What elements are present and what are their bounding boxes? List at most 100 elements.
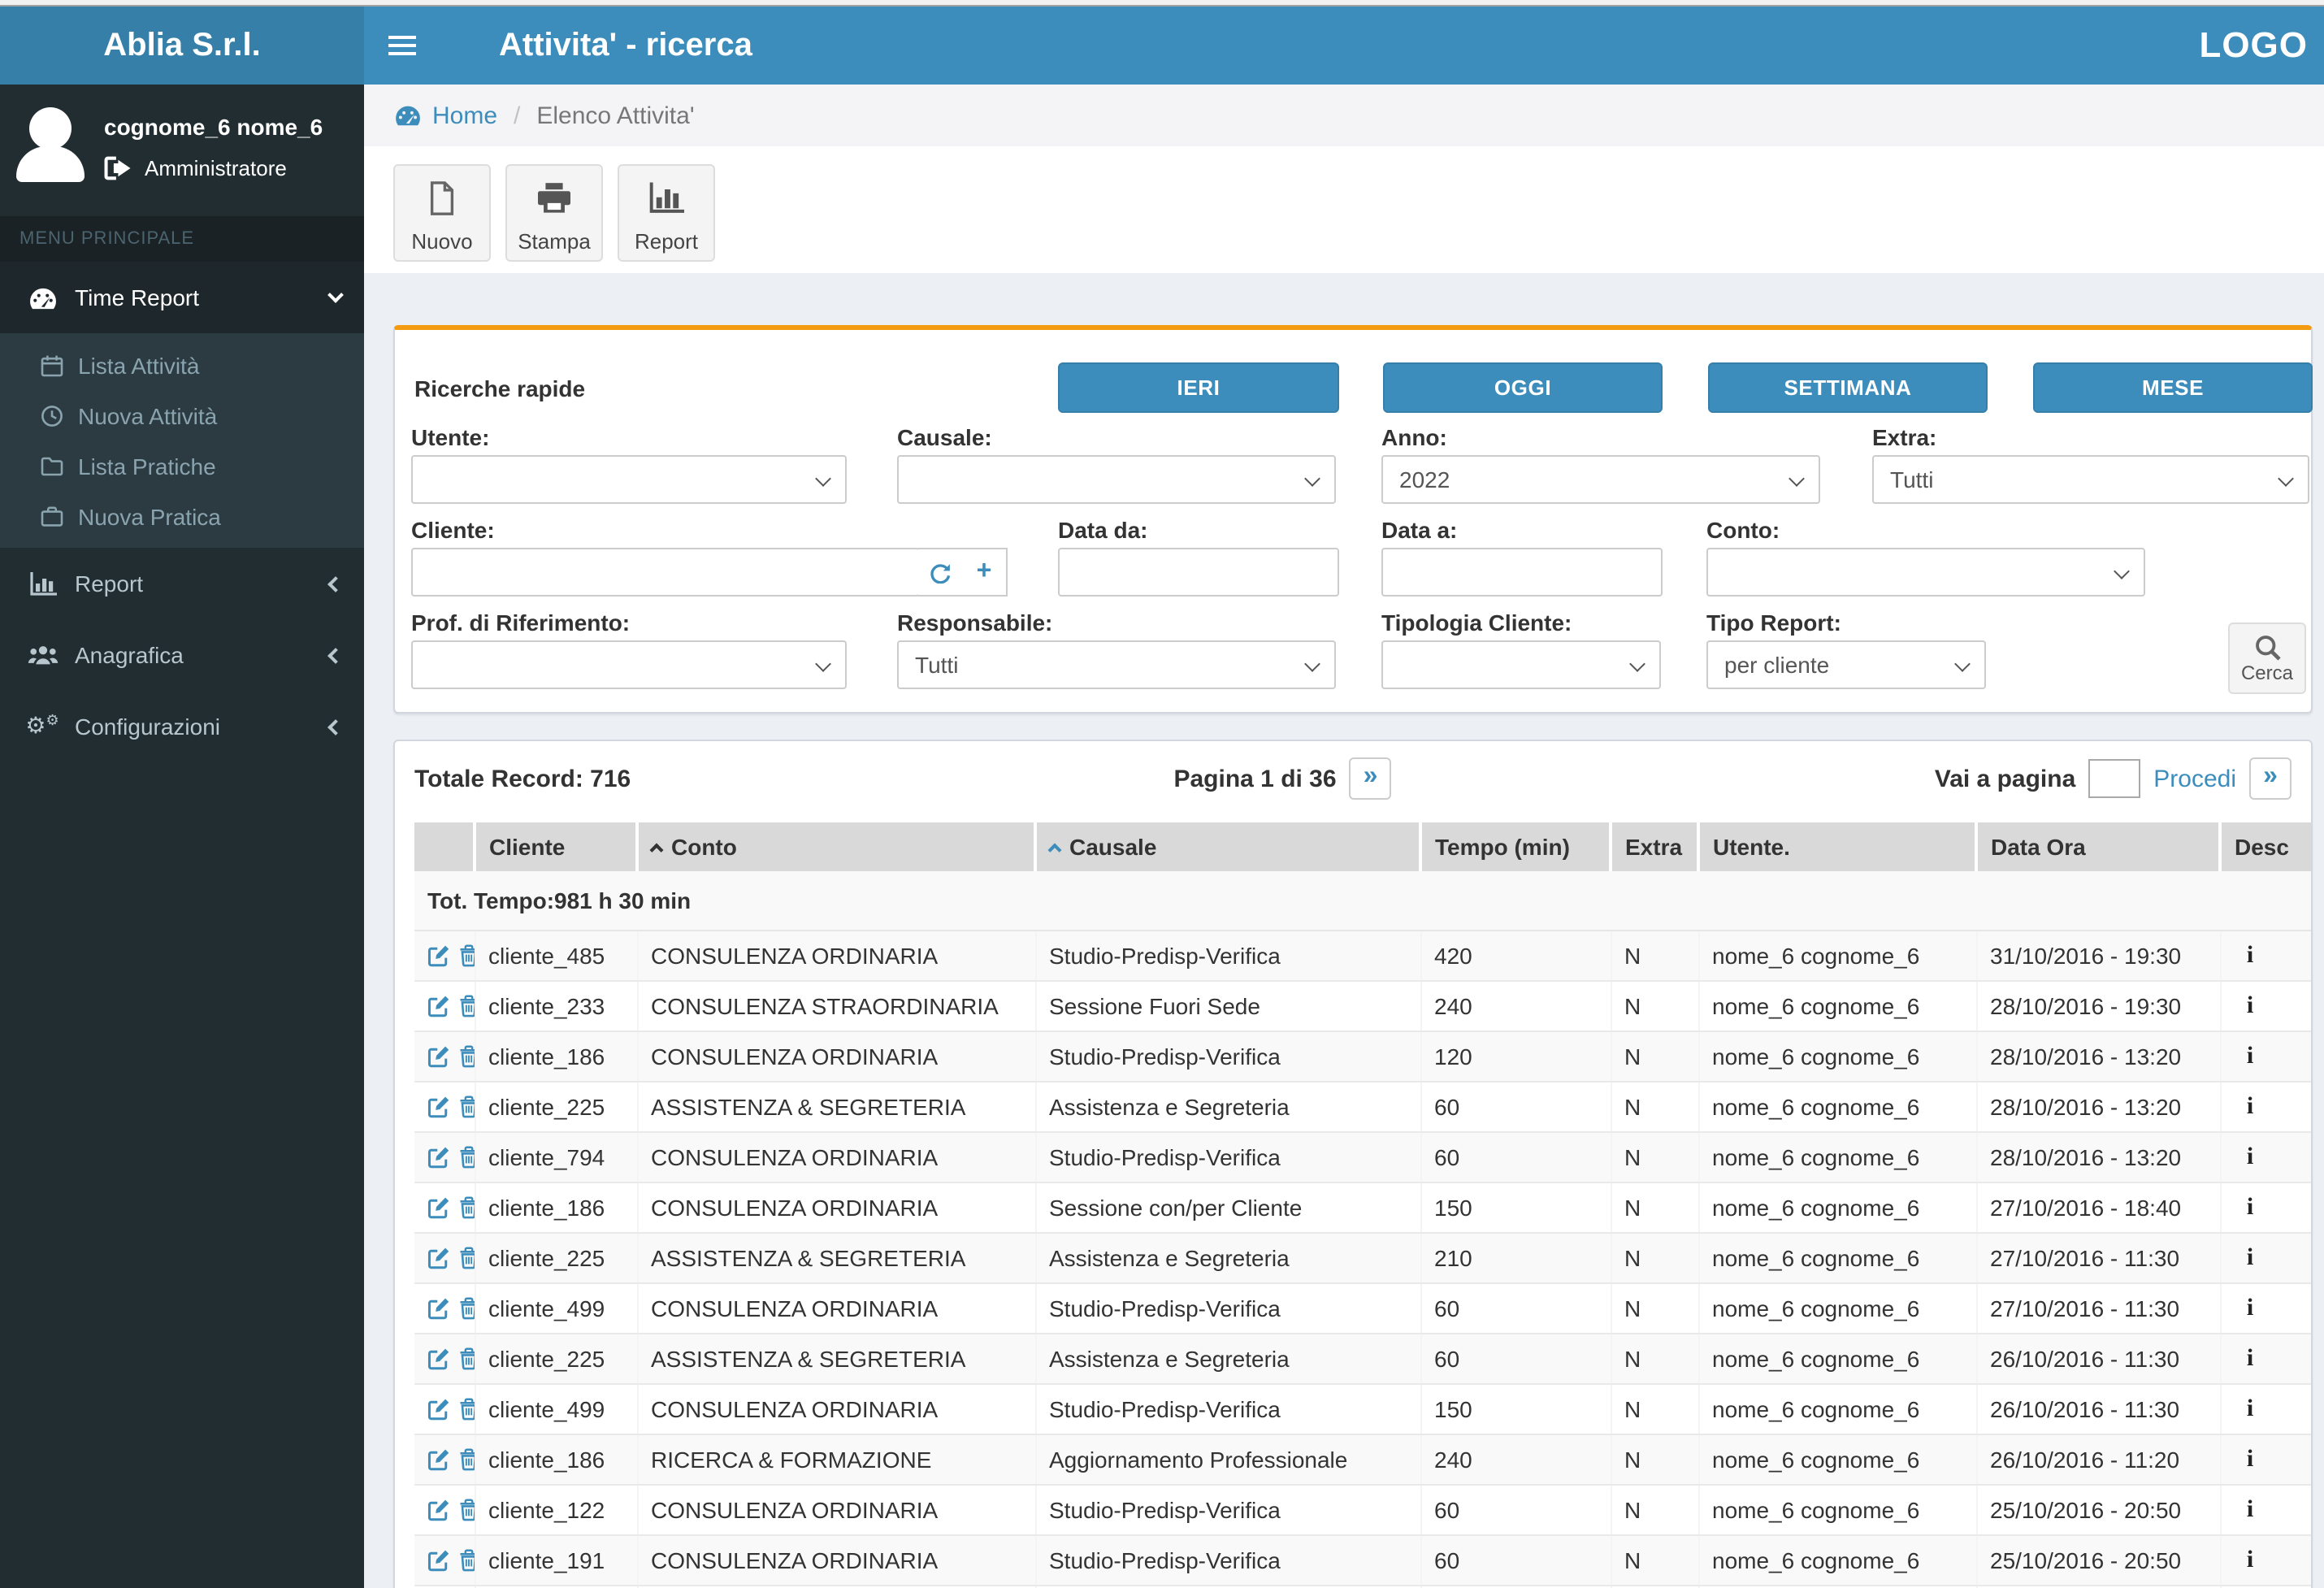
tipologia-cliente-select[interactable] <box>1381 640 1661 689</box>
delete-icon[interactable] <box>458 1549 473 1572</box>
cliente-add-button[interactable]: + <box>962 548 1008 597</box>
delete-icon[interactable] <box>458 1297 473 1320</box>
edit-icon[interactable] <box>427 944 450 967</box>
info-icon[interactable]: i <box>2234 1395 2266 1423</box>
table-row: cliente_191 CONSULENZA ORDINARIA Studio-… <box>414 1535 2311 1586</box>
col-extra[interactable]: Extra <box>1611 822 1700 871</box>
conto-select[interactable] <box>1706 548 2145 597</box>
info-icon[interactable]: i <box>2234 1496 2266 1524</box>
cell-tempo: 60 <box>1420 1082 1611 1133</box>
col-cliente[interactable]: Cliente <box>475 822 639 871</box>
edit-icon[interactable] <box>427 1549 450 1572</box>
breadcrumb-home-link[interactable]: Home <box>393 102 497 129</box>
delete-icon[interactable] <box>458 1196 473 1219</box>
quick-mese-button[interactable]: MESE <box>2033 362 2313 413</box>
info-icon[interactable]: i <box>2234 1345 2266 1373</box>
sidebar-item-nuova-attivita[interactable]: Nuova Attività <box>0 390 364 440</box>
cell-tempo: 60 <box>1420 1334 1611 1385</box>
sidebar-item-lista-attivita[interactable]: Lista Attività <box>0 340 364 390</box>
user-role-label: Amministratore <box>145 156 287 180</box>
delete-icon[interactable] <box>458 1499 473 1521</box>
data-da-input[interactable] <box>1058 548 1339 597</box>
delete-icon[interactable] <box>458 1247 473 1269</box>
cell-extra: N <box>1611 1485 1699 1536</box>
info-icon[interactable]: i <box>2234 1446 2266 1473</box>
goto-page-button[interactable]: » <box>2249 757 2291 800</box>
edit-icon[interactable] <box>427 995 450 1017</box>
tipo-report-select[interactable]: per cliente <box>1706 640 1986 689</box>
edit-icon[interactable] <box>427 1398 450 1421</box>
col-causale[interactable]: Causale <box>1035 822 1422 871</box>
delete-icon[interactable] <box>458 1398 473 1421</box>
delete-icon[interactable] <box>458 1146 473 1169</box>
info-icon[interactable]: i <box>2234 1093 2266 1121</box>
calendar-icon <box>36 354 68 376</box>
quick-oggi-button[interactable]: OGGI <box>1383 362 1663 413</box>
info-icon[interactable]: i <box>2234 1194 2266 1221</box>
time-report-submenu: Lista Attività Nuova Attività Lista Prat… <box>0 333 364 548</box>
cell-causale: Studio-Predisp-Verifica <box>1035 1384 1421 1435</box>
sidebar-item-report[interactable]: Report <box>0 548 364 619</box>
edit-icon[interactable] <box>427 1045 450 1068</box>
cell-cliente: cliente_225 <box>475 1082 638 1133</box>
gears-icon: ⚙ ⚙ <box>25 714 59 740</box>
delete-icon[interactable] <box>458 995 473 1017</box>
info-icon[interactable]: i <box>2234 1547 2266 1574</box>
cliente-input[interactable] <box>411 548 920 597</box>
goto-page-input[interactable] <box>2088 759 2141 798</box>
data-a-input[interactable] <box>1381 548 1663 597</box>
nuovo-button[interactable]: Nuovo <box>393 164 491 262</box>
delete-icon[interactable] <box>458 944 473 967</box>
info-icon[interactable]: i <box>2234 1295 2266 1322</box>
cell-utente: nome_6 cognome_6 <box>1698 1132 1977 1183</box>
logout-icon[interactable] <box>104 156 132 180</box>
procedi-link[interactable]: Procedi <box>2153 765 2236 792</box>
sidebar-item-nuova-pratica[interactable]: Nuova Pratica <box>0 491 364 541</box>
sidebar-toggle-icon[interactable] <box>388 7 453 85</box>
stampa-button[interactable]: Stampa <box>505 164 603 262</box>
col-data-ora[interactable]: Data Ora <box>1976 822 2222 871</box>
extra-select[interactable]: Tutti <box>1872 455 2309 504</box>
info-icon[interactable]: i <box>2234 942 2266 970</box>
edit-icon[interactable] <box>427 1146 450 1169</box>
cliente-label: Cliente: <box>411 517 495 543</box>
delete-icon[interactable] <box>458 1045 473 1068</box>
next-page-button[interactable]: » <box>1349 757 1392 800</box>
delete-icon[interactable] <box>458 1448 473 1471</box>
col-conto[interactable]: Conto <box>637 822 1037 871</box>
col-desc[interactable]: Desc <box>2220 822 2311 871</box>
report-button[interactable]: Report <box>618 164 715 262</box>
quick-ieri-button[interactable]: IERI <box>1058 362 1339 413</box>
delete-icon[interactable] <box>458 1096 473 1118</box>
info-icon[interactable]: i <box>2234 1043 2266 1070</box>
edit-icon[interactable] <box>427 1499 450 1521</box>
sidebar-item-time-report[interactable]: Time Report <box>0 262 364 333</box>
cell-tempo: 240 <box>1420 1434 1611 1486</box>
table-body: cliente_485 CONSULENZA ORDINARIA Studio-… <box>414 931 2311 1588</box>
edit-icon[interactable] <box>427 1096 450 1118</box>
sidebar-item-anagrafica[interactable]: Anagrafica <box>0 619 364 691</box>
quick-settimana-button[interactable]: SETTIMANA <box>1708 362 1988 413</box>
sidebar-item-configurazioni[interactable]: ⚙ ⚙ Configurazioni <box>0 691 364 762</box>
sort-up-icon <box>649 843 664 857</box>
col-tempo[interactable]: Tempo (min) <box>1420 822 1612 871</box>
info-icon[interactable]: i <box>2234 1143 2266 1171</box>
col-utente[interactable]: Utente. <box>1698 822 1978 871</box>
delete-icon[interactable] <box>458 1347 473 1370</box>
prof-riferimento-select[interactable] <box>411 640 847 689</box>
cliente-refresh-button[interactable] <box>918 548 964 597</box>
utente-select[interactable] <box>411 455 847 504</box>
brand-logo[interactable]: Ablia S.r.l. <box>0 7 364 85</box>
edit-icon[interactable] <box>427 1196 450 1219</box>
info-icon[interactable]: i <box>2234 1244 2266 1272</box>
edit-icon[interactable] <box>427 1347 450 1370</box>
causale-select[interactable] <box>897 455 1336 504</box>
responsabile-select[interactable]: Tutti <box>897 640 1336 689</box>
sidebar-item-lista-pratiche[interactable]: Lista Pratiche <box>0 440 364 491</box>
edit-icon[interactable] <box>427 1247 450 1269</box>
edit-icon[interactable] <box>427 1297 450 1320</box>
edit-icon[interactable] <box>427 1448 450 1471</box>
cerca-button[interactable]: Cerca <box>2228 623 2306 694</box>
info-icon[interactable]: i <box>2234 992 2266 1020</box>
anno-select[interactable]: 2022 <box>1381 455 1820 504</box>
